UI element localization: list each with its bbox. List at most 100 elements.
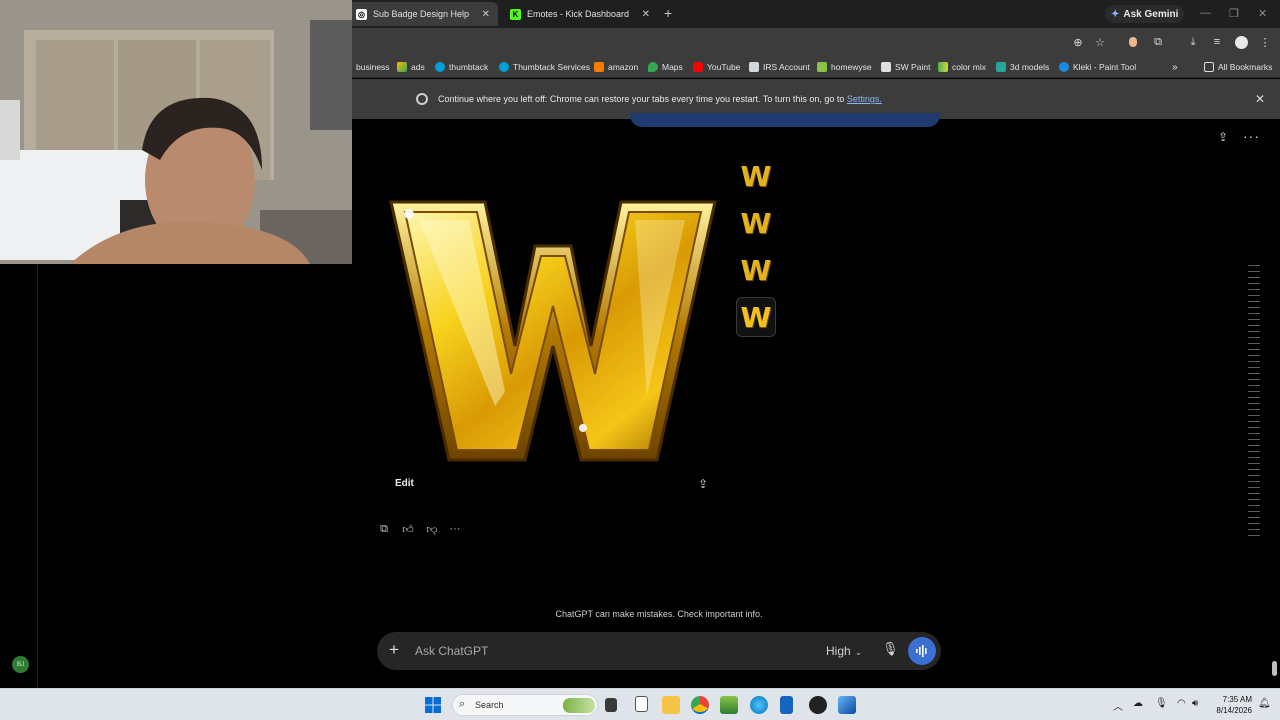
thumbs-up-icon[interactable]: 👍︎ <box>400 521 416 537</box>
volume-icon[interactable]: 🔊︎ <box>1192 698 1198 709</box>
system-clock[interactable]: 7:35 AM 8/14/2026 <box>1208 694 1252 716</box>
thumbnail-w-3[interactable]: W <box>736 250 776 290</box>
extension-icon[interactable] <box>1125 34 1141 50</box>
obs-icon[interactable] <box>809 696 827 714</box>
thumbnail-w-1[interactable]: W <box>736 156 776 196</box>
scroll-marker <box>1248 283 1260 284</box>
voice-mode-button[interactable] <box>908 637 936 665</box>
close-icon[interactable]: ✕ <box>1255 92 1265 106</box>
more-bookmarks-chevron-icon[interactable]: » <box>1172 60 1178 74</box>
thumbs-down-icon[interactable]: 👎︎ <box>424 521 440 537</box>
all-bookmarks-button[interactable]: All Bookmarks <box>1204 60 1272 74</box>
bookmark-ads[interactable]: ads <box>397 60 425 74</box>
bookmark-3d-models[interactable]: 3d models <box>996 60 1049 74</box>
prompt-input[interactable]: Ask ChatGPT <box>415 644 488 658</box>
minimize-icon[interactable]: — <box>1200 7 1211 19</box>
bookmark-star-icon[interactable]: ☆ <box>1092 34 1108 50</box>
ask-gemini-button[interactable]: ✦ Ask Gemini <box>1105 5 1185 23</box>
thumbnail-w-4-selected[interactable]: W <box>736 297 776 337</box>
scroll-marker <box>1248 319 1260 320</box>
conversation-scroll-markers[interactable] <box>1248 265 1260 545</box>
menu-icon[interactable]: ⋮ <box>1257 34 1273 50</box>
scroll-marker <box>1248 397 1260 398</box>
bookmark-homewyse[interactable]: homewyse <box>817 60 872 74</box>
model-selector[interactable]: High ⌄ <box>826 644 862 658</box>
clock-time: 7:35 AM <box>1222 695 1252 704</box>
scroll-marker <box>1248 337 1260 338</box>
scroll-marker <box>1248 313 1260 314</box>
tray-chevron-up-icon[interactable]: ︿ <box>1113 698 1123 713</box>
close-icon[interactable]: ✕ <box>642 9 650 20</box>
microphone-icon[interactable]: 🎙︎ <box>882 641 899 657</box>
scroll-marker <box>1248 487 1260 488</box>
app-layers-icon[interactable] <box>720 696 738 714</box>
bookmark-amazon[interactable]: amazon <box>594 60 638 74</box>
model-label: High <box>826 644 851 658</box>
extensions-puzzle-icon[interactable]: ⧉ <box>1150 34 1166 50</box>
bookmark-irs[interactable]: IRS Account <box>749 60 810 74</box>
close-window-icon[interactable]: ✕ <box>1258 7 1267 20</box>
notifications-bell-icon[interactable]: 🔔︎ <box>1258 698 1271 709</box>
tray-mic-icon[interactable]: 🎙︎ <box>1155 698 1168 709</box>
kleki-icon <box>1059 62 1069 72</box>
bookmark-business[interactable]: business <box>356 60 390 74</box>
thumbnail-w-2[interactable]: W <box>736 203 776 243</box>
irs-icon <box>749 62 759 72</box>
file-explorer-icon[interactable] <box>662 696 680 714</box>
share-image-icon[interactable]: ⇪ <box>698 477 708 491</box>
chrome-icon <box>416 93 428 105</box>
sidebar-divider <box>37 264 38 688</box>
bookmark-color-mix[interactable]: color mix <box>938 60 986 74</box>
scroll-marker <box>1248 433 1260 434</box>
scroll-marker <box>1248 415 1260 416</box>
edge-icon[interactable] <box>750 696 768 714</box>
scroll-marker <box>1248 367 1260 368</box>
new-tab-button[interactable]: + <box>664 5 672 21</box>
onedrive-icon[interactable]: ☁ <box>1133 698 1143 709</box>
photos-icon[interactable] <box>838 696 856 714</box>
scroll-marker <box>1248 499 1260 500</box>
bookmark-thumbtack-services[interactable]: Thumbtack Services <box>499 60 590 74</box>
windows-start-icon[interactable] <box>425 697 441 713</box>
copy-icon[interactable]: ⧉ <box>376 521 392 537</box>
tab-sub-badge[interactable]: ◎ Sub Badge Design Help ✕ <box>348 2 498 26</box>
tab-title: Sub Badge Design Help <box>373 9 470 19</box>
restore-icon[interactable]: ❐ <box>1229 7 1239 20</box>
scroll-marker <box>1248 475 1260 476</box>
zoom-icon[interactable]: ⊕ <box>1070 34 1086 50</box>
user-avatar[interactable]: BJ <box>12 656 29 673</box>
bookmark-label: Thumbtack Services <box>513 62 590 72</box>
wifi-icon[interactable]: ◠ <box>1177 698 1186 709</box>
close-icon[interactable]: ✕ <box>482 9 490 20</box>
youtube-icon <box>693 62 703 72</box>
share-icon[interactable]: ⇪ <box>1218 130 1228 144</box>
scrollbar[interactable] <box>1272 661 1277 676</box>
notes-app-icon[interactable] <box>780 696 793 714</box>
download-icon[interactable]: ⤓ <box>1185 34 1201 50</box>
bookmark-kleki[interactable]: Kleki - Paint Tool <box>1059 60 1136 74</box>
w-thumb-glyph: W <box>740 300 772 334</box>
prompt-composer: + Ask ChatGPT High ⌄ 🎙︎ <box>377 632 941 670</box>
generated-w-image[interactable] <box>385 196 721 466</box>
task-view-icon[interactable] <box>605 698 617 712</box>
bookmark-maps[interactable]: Maps <box>648 60 683 74</box>
edit-image-button[interactable]: Edit <box>395 478 414 489</box>
scroll-marker <box>1248 271 1260 272</box>
scroll-marker <box>1248 349 1260 350</box>
webcam-overlay <box>0 0 352 264</box>
taskbar-search-input[interactable]: ⌕ Search <box>452 694 598 716</box>
more-actions-icon[interactable]: ··· <box>447 521 463 537</box>
bookmark-youtube[interactable]: YouTube <box>693 60 740 74</box>
settings-link[interactable]: Settings. <box>847 94 882 104</box>
profile-avatar-icon[interactable] <box>1233 34 1249 50</box>
search-icon: ⌕ <box>459 698 466 710</box>
bookmark-sw-paint[interactable]: SW Paint <box>881 60 930 74</box>
add-attachment-icon[interactable]: + <box>389 640 399 660</box>
reading-list-icon[interactable]: ≡ <box>1209 34 1225 50</box>
more-options-icon[interactable]: ··· <box>1243 128 1260 144</box>
tab-emotes-kick[interactable]: K Emotes - Kick Dashboard ✕ <box>502 2 658 26</box>
bookmark-thumbtack[interactable]: thumbtack <box>435 60 488 74</box>
chrome-taskbar-icon[interactable] <box>691 696 709 714</box>
notepad-icon[interactable] <box>635 696 648 712</box>
search-highlight-image <box>563 698 595 713</box>
